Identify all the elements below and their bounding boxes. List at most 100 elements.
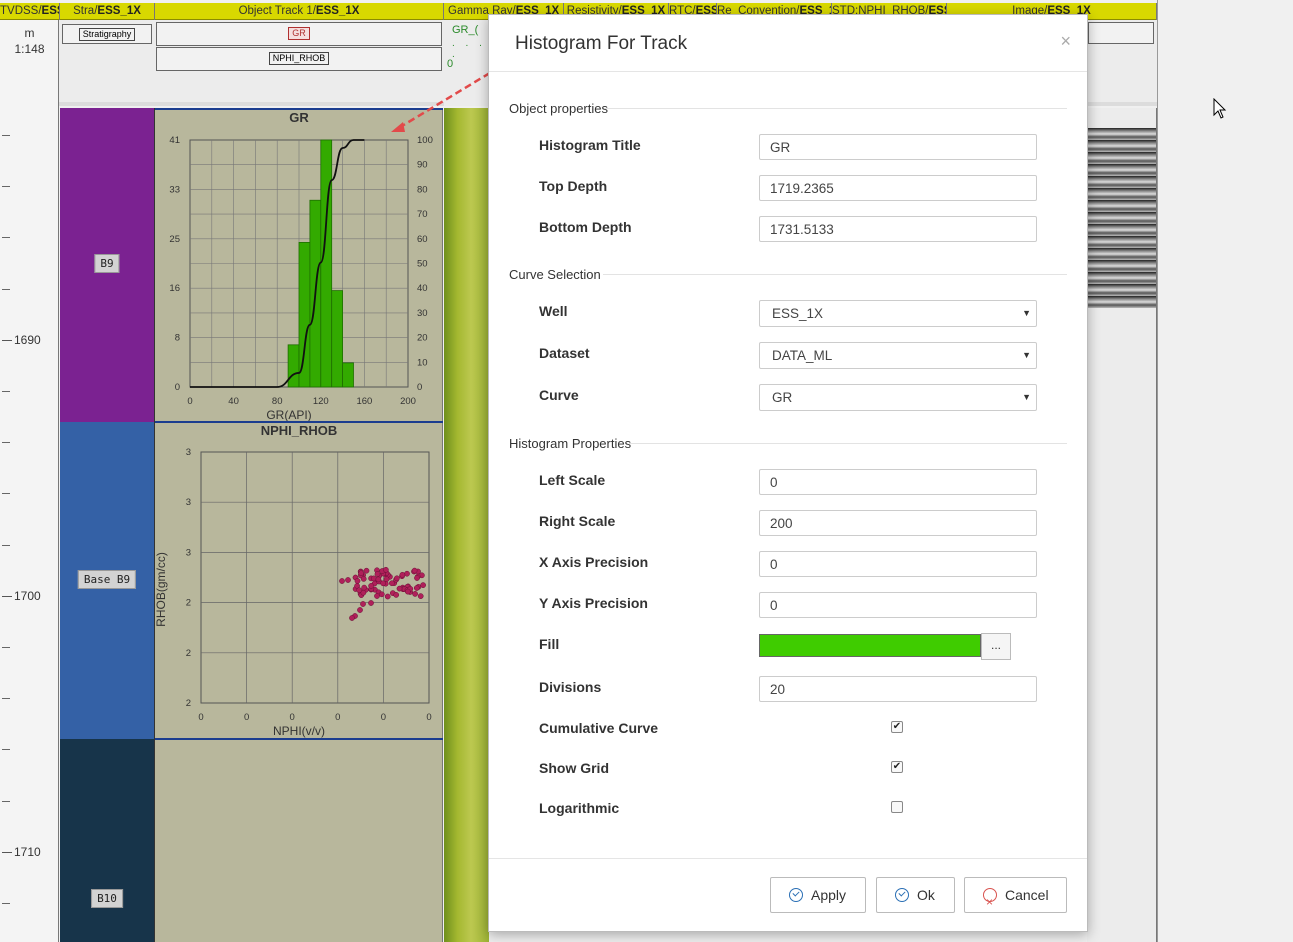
track-header-stratigraphy[interactable]: Stra/ESS_1X [60,3,155,20]
zone-b9[interactable]: B9 [60,108,155,422]
depth-tick [2,493,10,494]
chevron-down-icon: ▼ [1022,350,1031,360]
histogram-cumulative-tick-label: 30 [417,308,428,319]
depth-tick [2,391,10,392]
logarithmic-checkbox[interactable] [891,801,903,813]
mouse-cursor-icon [1213,98,1227,119]
object-legend-gr[interactable]: GR [156,22,442,46]
section-divider [603,274,1067,275]
cancel-button[interactable]: Cancel [964,877,1067,919]
right-scale-input[interactable] [759,510,1037,536]
section-curve-selection: Curve Selection [509,267,601,282]
image-legend[interactable] [1088,22,1154,44]
pointer-arrow-head [391,122,405,132]
crossplot-point [417,593,424,599]
curve-select[interactable]: GR ▼ [759,384,1037,411]
crossplot-point [399,571,406,578]
histogram-dialog: Histogram For Track × Object properties … [488,14,1088,932]
depth-track: m 1:148 [0,20,59,942]
y-axis-precision-label: Y Axis Precision [539,595,648,611]
fill-color-swatch[interactable] [759,634,981,657]
section-divider [629,443,1067,444]
section-divider [605,108,1067,109]
section-object-properties: Object properties [509,101,608,116]
histogram-title-label: Histogram Title [539,137,641,153]
crossplot-point [363,567,370,574]
histogram-bar [298,242,311,388]
panel-separator-bottom [155,738,443,740]
crossplot-point [383,576,390,582]
crossplot-y-axis-label: RHOB(gm/cc) [155,552,168,627]
crossplot-point [375,576,382,583]
zone-base-b9[interactable]: Base B9 [60,422,155,739]
close-icon[interactable]: × [1060,31,1071,52]
crossplot-point [374,571,381,577]
histogram-y-tick-label: 33 [169,184,180,195]
bottom-depth-label: Bottom Depth [539,219,632,235]
well-select[interactable]: ESS_1X ▼ [759,300,1037,327]
crossplot-point [378,591,385,598]
dataset-select[interactable]: DATA_ML ▼ [759,342,1037,369]
track-header-object-track[interactable]: Object Track 1/ESS_1X [155,3,444,20]
crossplot-point [356,587,363,594]
track-header-tvdss[interactable]: TVDSS/ESS [0,3,60,20]
histogram-bar [287,344,300,388]
cumulative-curve-checkbox[interactable]: ✔ [891,721,903,733]
section-label: Curve Selection [509,267,601,282]
crossplot-title: NPHI_RHOB [260,423,338,438]
crossplot-point [368,600,374,606]
y-axis-precision-input[interactable] [759,592,1037,618]
histogram-cumulative-tick-label: 70 [417,209,428,220]
log-viewer-screen: TVDSS/ESS Stra/ESS_1X Object Track 1/ESS… [0,0,1293,942]
logarithmic-label: Logarithmic [539,800,620,816]
apply-button[interactable]: Apply [770,877,866,913]
well-label: Well [539,303,568,319]
depth-marker-1690 [2,340,12,341]
zone-label-b9: B9 [94,254,120,273]
left-scale-input[interactable] [759,469,1037,495]
object-chip-gr: GR [288,27,310,40]
depth-tick [2,135,10,136]
crossplot-y-tick-label: 2 [186,698,191,709]
fill-color-picker-button[interactable]: ... [981,633,1011,660]
crossplot-y-tick-label: 3 [186,497,191,508]
crossplot-point [404,588,411,595]
histogram-y-tick-label: 25 [169,234,180,245]
histogram-x-tick-label: 40 [228,396,239,407]
zone-b10[interactable]: B10 [60,739,155,942]
crossplot-x-axis-label: NPHI(v/v) [273,724,325,738]
histogram-x-tick-label: 80 [272,396,283,407]
crossplot-point [358,570,364,577]
histogram-x-tick-label: 200 [400,396,416,407]
crossplot-x-tick-label: 0 [290,712,295,723]
well-select-value: ESS_1X [772,306,824,321]
gamma-ray-track[interactable] [444,108,489,942]
dialog-header-divider [489,71,1087,72]
histogram-x-tick-label: 120 [313,396,329,407]
object-chip-nphi-rhob: NPHI_RHOB [268,52,330,65]
depth-tick [2,442,10,443]
bottom-depth-input[interactable] [759,216,1037,242]
right-scale-label: Right Scale [539,513,616,529]
crossplot-point [414,575,420,581]
top-depth-label: Top Depth [539,178,608,194]
dataset-select-value: DATA_ML [772,348,833,363]
histogram-y-tick-label: 16 [169,283,180,294]
x-axis-precision-input[interactable] [759,551,1037,577]
histogram-title-input[interactable] [759,134,1037,160]
divisions-input[interactable] [759,676,1037,702]
show-grid-checkbox[interactable]: ✔ [891,761,903,773]
crossplot-x-tick-label: 0 [381,712,386,723]
crossplot-chart[interactable]: 0 0 0 0 0 0222333NPHI(v/v)RHOB(gm/cc) [155,438,443,738]
curve-label: Curve [539,387,579,403]
stratigraphy-legend[interactable]: Stratigraphy [62,24,152,44]
section-histogram-properties: Histogram Properties [509,436,631,451]
ok-button[interactable]: Ok [876,877,955,913]
histogram-chart[interactable]: 0 40 80 120 160 20008162533410102030405060708… [155,126,443,422]
crossplot-point [394,575,400,582]
ok-button-label: Ok [917,887,935,903]
top-depth-input[interactable] [759,175,1037,201]
crossplot-point [374,593,380,599]
depth-tick [2,647,10,648]
crossplot-point [404,570,410,577]
